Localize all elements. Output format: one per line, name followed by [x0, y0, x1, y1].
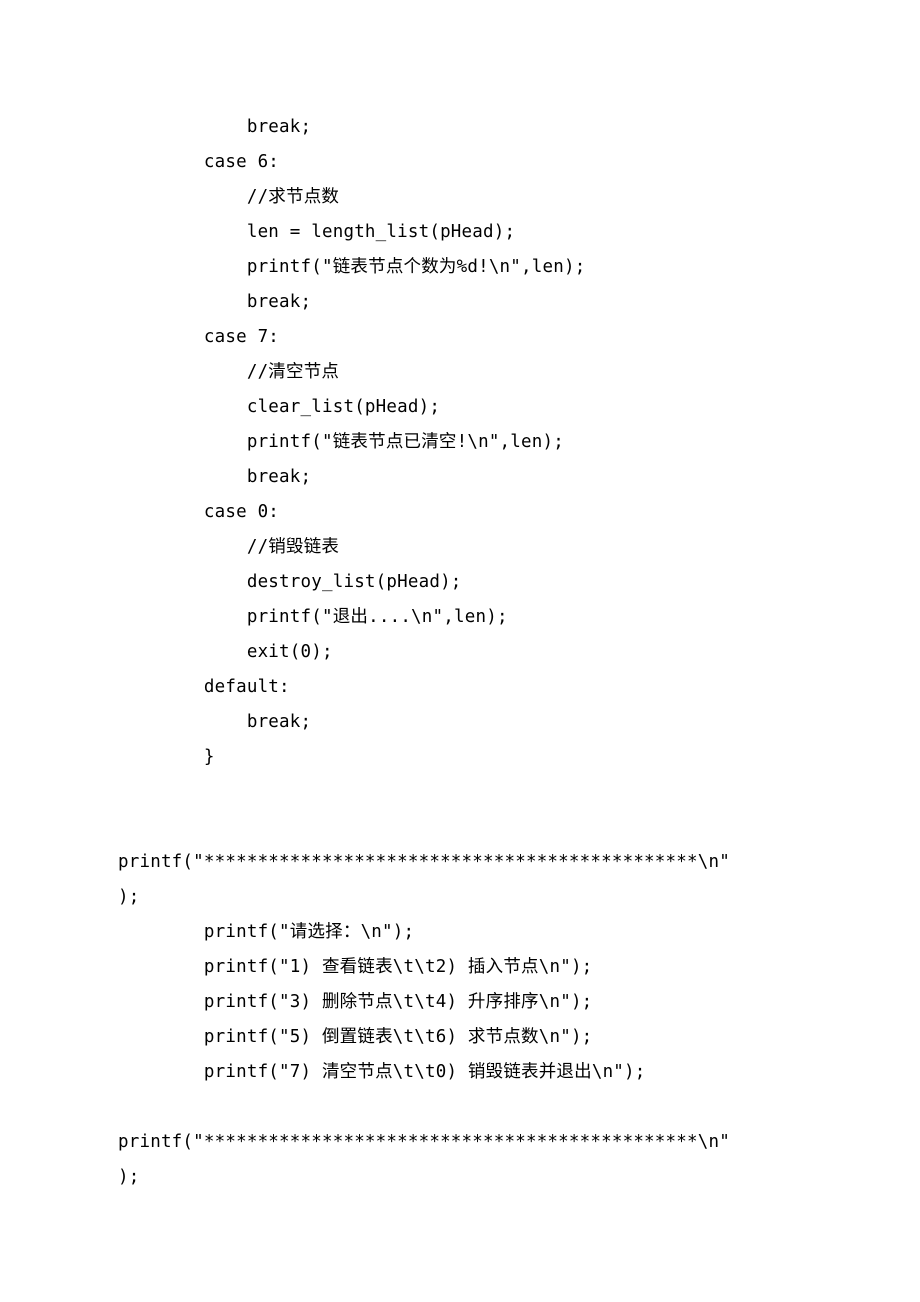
- document-page: break; case 6: //求节点数 len = length_list(…: [0, 0, 920, 1255]
- code-listing: break; case 6: //求节点数 len = length_list(…: [118, 110, 802, 1195]
